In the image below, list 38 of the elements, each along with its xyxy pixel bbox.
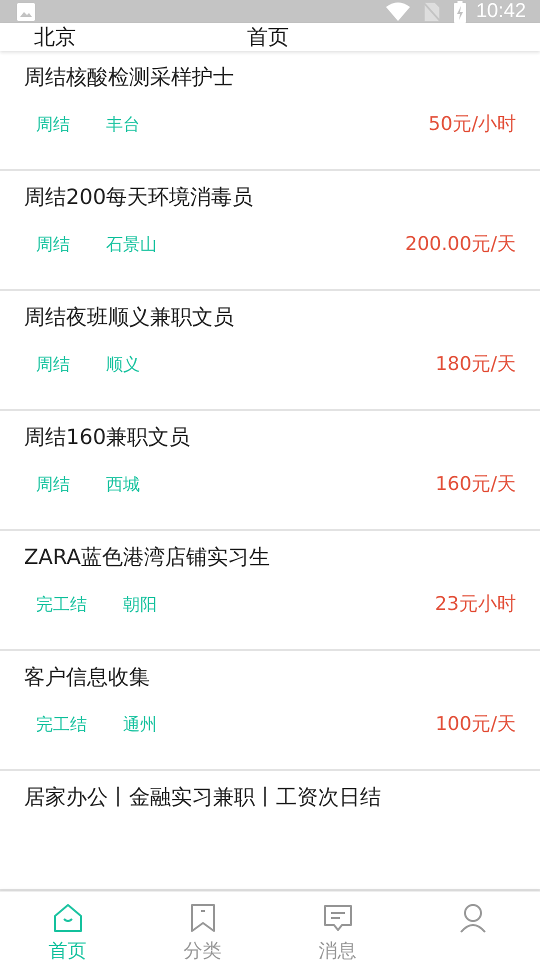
job-tag: 通州 xyxy=(123,712,157,736)
job-title: ZARA蓝色港湾店铺实习生 xyxy=(24,544,271,571)
job-tag: 丰台 xyxy=(106,112,140,136)
city-selector[interactable]: 北京 xyxy=(34,23,247,51)
salary-text: 200.00元/天 xyxy=(405,232,516,257)
message-icon xyxy=(322,902,354,934)
job-tag: 石景山 xyxy=(106,232,157,256)
clock-time: 10:42 xyxy=(476,0,526,23)
job-tag: 完工结 xyxy=(36,712,87,736)
job-tag: 周结 xyxy=(36,112,70,136)
job-tag: 顺义 xyxy=(106,352,140,376)
salary-text: 160元/天 xyxy=(435,472,516,497)
job-card[interactable]: 客户信息收集 完工结 通州 100元/天 xyxy=(0,651,540,771)
job-tag: 朝阳 xyxy=(123,592,157,616)
job-tag: 周结 xyxy=(36,232,70,256)
job-tag: 周结 xyxy=(36,352,70,376)
job-tag: 周结 xyxy=(36,472,70,496)
job-card[interactable]: 居家办公丨金融实习兼职丨工资次日结 xyxy=(0,771,540,891)
job-card[interactable]: ZARA蓝色港湾店铺实习生 完工结 朝阳 23元小时 xyxy=(0,531,540,651)
job-card[interactable]: 周结160兼职文员 周结 西城 160元/天 xyxy=(0,411,540,531)
salary-text: 180元/天 xyxy=(435,352,516,377)
job-card[interactable]: 周结200每天环境消毒员 周结 石景山 200.00元/天 xyxy=(0,171,540,291)
page-title: 首页 xyxy=(247,24,289,51)
job-title: 客户信息收集 xyxy=(24,664,151,691)
salary-text: 23元小时 xyxy=(434,592,516,617)
salary-text: 100元/天 xyxy=(435,712,516,737)
wifi-icon xyxy=(386,2,410,22)
job-title: 居家办公丨金融实习兼职丨工资次日结 xyxy=(24,784,382,811)
job-tag: 完工结 xyxy=(36,592,87,616)
salary-text: 50元/小时 xyxy=(428,112,516,137)
job-title: 周结160兼职文员 xyxy=(24,424,192,451)
job-tag: 西城 xyxy=(106,472,140,496)
job-card[interactable]: 周结核酸检测采样护士 周结 丰台 50元/小时 xyxy=(0,51,540,171)
home-icon xyxy=(52,902,84,934)
job-title: 周结200每天环境消毒员 xyxy=(24,184,254,211)
job-card[interactable]: 周结夜班顺义兼职文员 周结 顺义 180元/天 xyxy=(0,291,540,411)
job-title: 周结核酸检测采样护士 xyxy=(24,64,235,91)
job-title: 周结夜班顺义兼职文员 xyxy=(24,304,235,331)
